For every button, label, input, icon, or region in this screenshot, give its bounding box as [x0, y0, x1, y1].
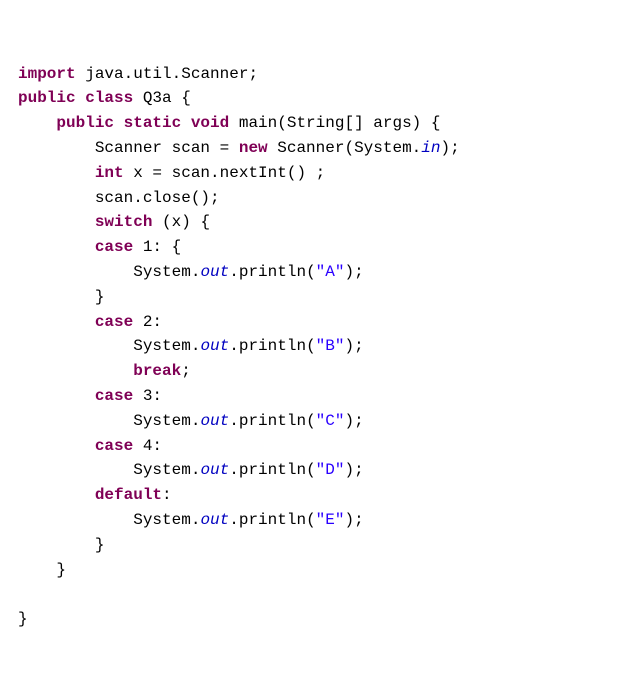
token-plain [18, 313, 95, 331]
token-field: out [200, 511, 229, 529]
token-plain: System. [18, 511, 200, 529]
token-field: in [421, 139, 440, 157]
token-kw: import [18, 65, 85, 83]
token-plain: 1: { [143, 238, 181, 256]
token-plain: .println( [229, 412, 315, 430]
token-plain: } [18, 561, 66, 579]
token-plain: ); [344, 461, 363, 479]
token-plain: ); [344, 511, 363, 529]
token-kw: case [95, 387, 143, 405]
token-plain: Scanner scan = [18, 139, 239, 157]
token-plain: .println( [229, 461, 315, 479]
token-str: "B" [316, 337, 345, 355]
token-str: "C" [316, 412, 345, 430]
token-plain: ); [344, 263, 363, 281]
token-plain [18, 114, 56, 132]
token-plain: scan.close(); [18, 189, 220, 207]
token-plain: ; [181, 362, 191, 380]
token-plain: System. [18, 337, 200, 355]
token-plain: System. [18, 412, 200, 430]
token-kw: int [95, 164, 133, 182]
token-field: out [200, 461, 229, 479]
token-plain [18, 164, 95, 182]
token-plain: 2: [143, 313, 162, 331]
token-kw: case [95, 238, 143, 256]
token-plain: java.util.Scanner; [85, 65, 258, 83]
token-kw: default [95, 486, 162, 504]
token-kw: break [133, 362, 181, 380]
token-plain [18, 238, 95, 256]
token-plain [18, 213, 95, 231]
token-plain: .println( [229, 263, 315, 281]
token-plain [18, 486, 95, 504]
token-plain: System. [18, 263, 200, 281]
token-plain: .println( [229, 511, 315, 529]
token-plain: ); [344, 412, 363, 430]
token-kw: case [95, 437, 143, 455]
token-field: out [200, 412, 229, 430]
token-str: "A" [316, 263, 345, 281]
token-kw: switch [95, 213, 162, 231]
token-kw: new [239, 139, 277, 157]
token-plain [18, 362, 133, 380]
token-plain: (x) { [162, 213, 210, 231]
token-plain: x = scan.nextInt() ; [133, 164, 325, 182]
token-field: out [200, 337, 229, 355]
token-kw: public class [18, 89, 143, 107]
token-str: "E" [316, 511, 345, 529]
token-str: "D" [316, 461, 345, 479]
token-plain: } [18, 288, 104, 306]
token-plain [18, 387, 95, 405]
code-snippet: { "code": { "tokens": [ {"t":"import ","… [0, 0, 624, 694]
token-plain: .println( [229, 337, 315, 355]
token-plain: } [18, 610, 28, 628]
token-plain: 3: [143, 387, 162, 405]
token-plain: } [18, 536, 104, 554]
token-plain: 4: [143, 437, 162, 455]
java-source: import java.util.Scanner; public class Q… [18, 65, 460, 629]
token-plain: ); [440, 139, 459, 157]
token-plain: Scanner(System. [277, 139, 421, 157]
token-field: out [200, 263, 229, 281]
token-plain [18, 437, 95, 455]
token-plain: ); [344, 337, 363, 355]
token-kw: case [95, 313, 143, 331]
token-plain: Q3a { [143, 89, 191, 107]
token-plain: System. [18, 461, 200, 479]
token-plain: : [162, 486, 172, 504]
token-plain: main(String[] args) { [239, 114, 441, 132]
token-kw: public static void [56, 114, 238, 132]
